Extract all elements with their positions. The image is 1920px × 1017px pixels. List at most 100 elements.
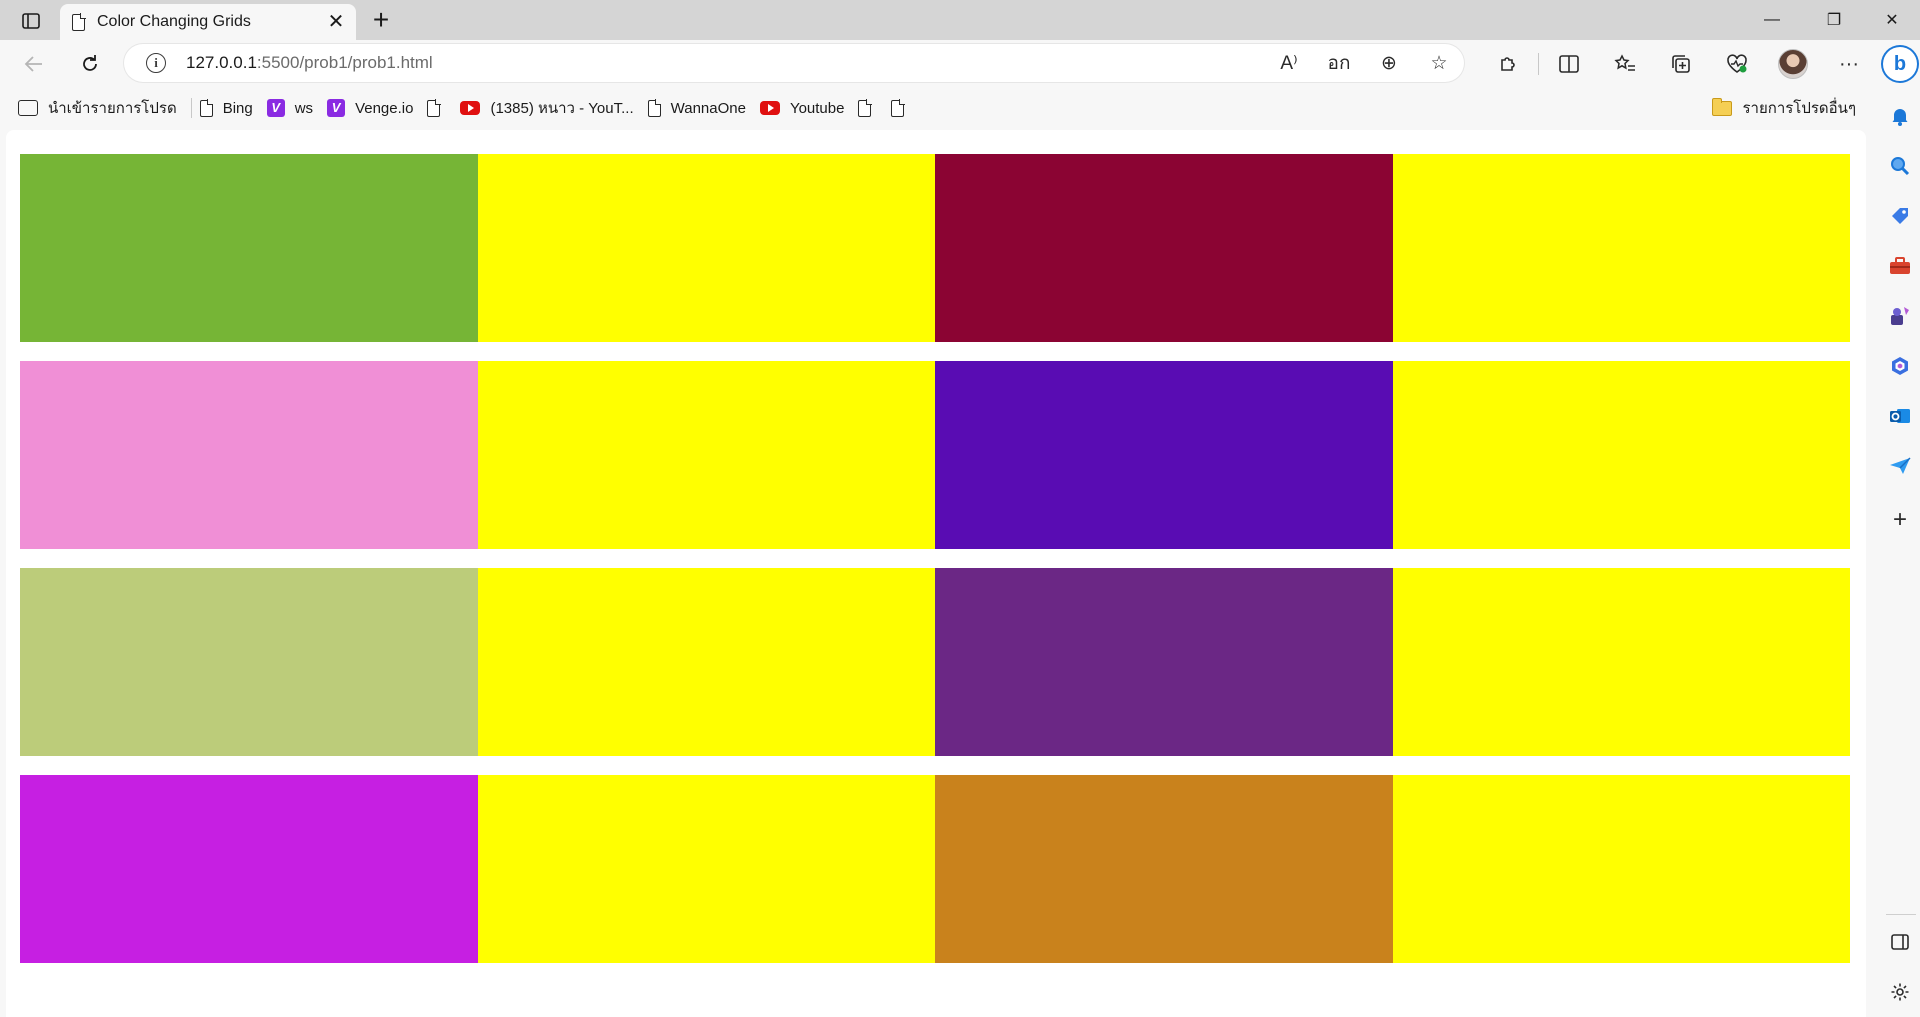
favorites-bar-item[interactable]: WannaOne: [644, 92, 756, 124]
send-icon: [1890, 457, 1911, 474]
restore-button[interactable]: ❐: [1806, 0, 1862, 40]
refresh-button[interactable]: [72, 48, 108, 80]
color-grid: [20, 154, 1850, 963]
youtube-icon: [759, 101, 780, 115]
favorites-bar-item[interactable]: นำเข้ารายการโปรด: [14, 92, 187, 124]
sidebar-settings-button[interactable]: [1880, 972, 1920, 1012]
site-info-icon[interactable]: i: [146, 53, 166, 73]
read-aloud-icon[interactable]: A⁾: [1276, 52, 1302, 75]
search-button[interactable]: [1880, 146, 1920, 186]
grid-cell[interactable]: [20, 775, 478, 963]
grid-cell[interactable]: [477, 154, 935, 342]
grid-cell[interactable]: [935, 154, 1393, 342]
refresh-icon: [83, 55, 97, 71]
settings-and-more-button[interactable]: ···: [1821, 46, 1877, 82]
grid-cell[interactable]: [20, 568, 478, 756]
favorites-bar: นำเข้ารายการโปรด Bing Vws V Venge.io (1385) ห…: [0, 88, 1880, 128]
heart-pulse-icon: [1727, 54, 1747, 73]
favorites-bar-item-label: WannaOne: [670, 99, 746, 117]
sidebar-divider: [1886, 914, 1916, 915]
favorites-bar-item-label: Bing: [222, 99, 253, 117]
hide-sidebar-button[interactable]: [1880, 922, 1920, 962]
tools-button[interactable]: [1880, 246, 1920, 286]
collections-icon: [1672, 55, 1690, 73]
send-button[interactable]: [1880, 446, 1920, 486]
grid-cell[interactable]: [935, 361, 1393, 549]
folder-icon: [1712, 97, 1733, 116]
favorites-bar-divider: [190, 98, 192, 118]
url-text[interactable]: 127.0.0.1:5500/prob1/prob1.html: [186, 53, 433, 73]
zoom-icon[interactable]: ⊕: [1376, 52, 1402, 75]
favorites-bar-item-label: ws: [294, 99, 314, 117]
microsoft365-icon: [1892, 357, 1908, 375]
split-screen-button[interactable]: [1541, 46, 1597, 82]
shopping-button[interactable]: [1880, 196, 1920, 236]
grid-cell[interactable]: [1392, 154, 1850, 342]
page-icon: [858, 98, 873, 117]
close-window-button[interactable]: ✕: [1864, 0, 1920, 40]
add-sidebar-app-button[interactable]: +: [1880, 500, 1920, 540]
favorites-bar-item-label: (1385) หนาว - YouT...: [490, 100, 634, 117]
puzzle-icon: [1501, 57, 1515, 71]
bing-chat-button[interactable]: b: [1880, 40, 1920, 88]
favorites-bar-item[interactable]: [423, 92, 456, 124]
page-viewport: [6, 130, 1866, 1017]
youtube-icon: [460, 101, 481, 115]
toolbox-icon: [1890, 257, 1910, 274]
back-arrow-icon: [24, 56, 42, 72]
grid-cell[interactable]: [477, 568, 935, 756]
grid-cell[interactable]: [1392, 568, 1850, 756]
grid-cell[interactable]: [20, 361, 478, 549]
favorites-bar-item[interactable]: Youtube: [756, 92, 855, 124]
favorites-bar-item[interactable]: [854, 92, 887, 124]
grid-cell[interactable]: [935, 568, 1393, 756]
back-button[interactable]: [16, 48, 52, 80]
games-icon: [1891, 307, 1909, 325]
outlook-icon: [1890, 409, 1910, 423]
page-icon: [427, 98, 442, 117]
other-favorites-button[interactable]: รายการโปรดอื่นๆ: [1708, 92, 1866, 124]
tab-actions-menu-button[interactable]: [14, 8, 48, 34]
collections-button[interactable]: [1653, 46, 1709, 82]
grid-cell[interactable]: [20, 154, 478, 342]
favorites-bar-item[interactable]: [887, 92, 920, 124]
other-favorites-label: รายการโปรดอื่นๆ: [1742, 100, 1856, 117]
favorites-bar-item-label: นำเข้ารายการโปรด: [48, 100, 177, 117]
import-favorites-icon: [18, 100, 38, 116]
extensions-button[interactable]: [1480, 46, 1536, 82]
favorites-bar-item[interactable]: (1385) หนาว - YouT...: [456, 92, 643, 124]
performance-button[interactable]: [1709, 46, 1765, 82]
search-icon: [1891, 157, 1910, 176]
address-bar[interactable]: i 127.0.0.1:5500/prob1/prob1.html A⁾ อก …: [124, 44, 1464, 82]
notifications-button[interactable]: [1880, 96, 1920, 136]
grid-cell[interactable]: [1392, 361, 1850, 549]
favorites-bar-item[interactable]: V Venge.io: [323, 92, 423, 124]
new-tab-button[interactable]: +: [366, 6, 396, 36]
page-icon: [199, 98, 214, 117]
panel-icon: [1891, 934, 1909, 950]
games-button[interactable]: [1880, 296, 1920, 336]
minimize-button[interactable]: —: [1744, 0, 1800, 40]
translate-icon[interactable]: อก: [1326, 48, 1352, 78]
navigation-bar: i 127.0.0.1:5500/prob1/prob1.html A⁾ อก …: [0, 40, 1880, 88]
favorites-button[interactable]: [1597, 46, 1653, 82]
page-icon: [647, 98, 662, 117]
tab-close-button[interactable]: ✕: [326, 12, 346, 32]
profile-button[interactable]: [1765, 46, 1821, 82]
shopping-tag-icon: [1892, 208, 1908, 224]
grid-cell[interactable]: [935, 775, 1393, 963]
avatar: [1778, 49, 1808, 79]
grid-cell[interactable]: [477, 361, 935, 549]
page-icon: [72, 12, 86, 31]
favorites-bar-item[interactable]: Vws: [263, 92, 323, 124]
v-site-icon: V: [327, 99, 346, 117]
favorites-bar-item[interactable]: Bing: [196, 92, 263, 124]
microsoft365-button[interactable]: [1880, 346, 1920, 386]
add-favorite-icon[interactable]: ☆: [1426, 52, 1452, 75]
split-screen-icon: [1559, 55, 1579, 73]
grid-cell[interactable]: [477, 775, 935, 963]
favorites-bar-item-label: Venge.io: [355, 99, 414, 117]
active-tab[interactable]: Color Changing Grids ✕: [60, 4, 356, 40]
outlook-button[interactable]: [1880, 396, 1920, 436]
grid-cell[interactable]: [1392, 775, 1850, 963]
